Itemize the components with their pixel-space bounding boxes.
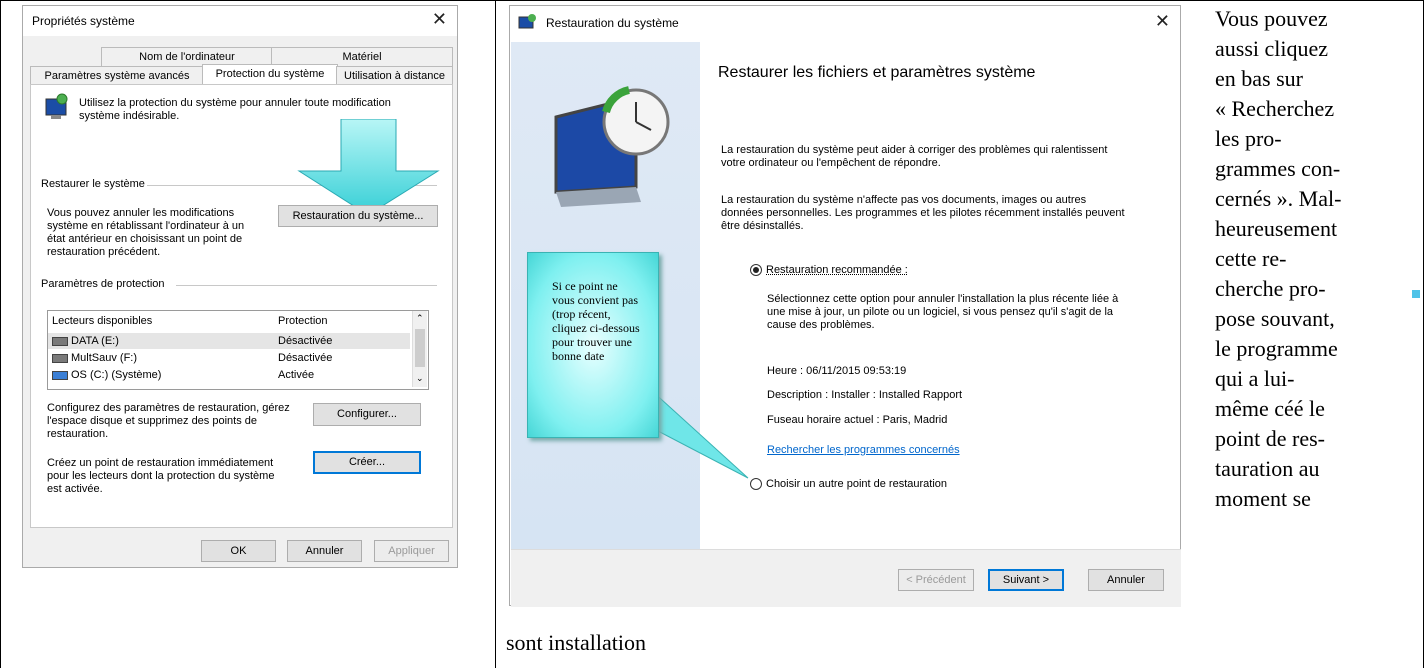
configure-button[interactable]: Configurer... (313, 403, 421, 426)
create-button[interactable]: Créer... (313, 451, 421, 474)
choose-other-point-label[interactable]: Choisir un autre point de restauration (766, 478, 947, 491)
drive-status: Désactivée (278, 352, 333, 364)
text-line: en bas sur (1215, 66, 1303, 91)
recommended-restore-label[interactable]: Restauration recommandée : (766, 264, 908, 277)
document-text-column: Vous pouvez aussi cliquez en bas sur « R… (1215, 4, 1365, 514)
text-line: « Recherchez (1215, 96, 1335, 121)
text-line: point de res- (1215, 426, 1325, 451)
close-icon[interactable]: ✕ (432, 9, 447, 30)
text-line: grammes con- (1215, 156, 1341, 181)
header-drives[interactable]: Lecteurs disponibles (52, 315, 152, 327)
table-row[interactable]: DATA (E:) Désactivée (48, 333, 410, 349)
close-icon[interactable]: ✕ (1155, 11, 1170, 32)
text-line: cernés ». Mal- (1215, 186, 1342, 211)
title-bar: Propriétés système ✕ (23, 6, 457, 36)
table-row[interactable]: OS (C:) (Système) Activée (48, 367, 410, 383)
table-border-middle (495, 0, 496, 668)
header-protection[interactable]: Protection (278, 315, 328, 327)
dialog-title: Restauration du système (546, 16, 679, 30)
system-restore-icon (518, 14, 536, 29)
restore-clock-monitor-icon (554, 86, 670, 207)
text-line: même céé le (1215, 396, 1325, 421)
list-header: Lecteurs disponibles Protection (48, 313, 410, 329)
scroll-down-icon[interactable]: ⌄ (416, 373, 424, 384)
drive-status: Désactivée (278, 335, 333, 347)
page-heading: Restaurer les fichiers et paramètres sys… (718, 64, 1036, 81)
dialog-footer: < Précédent Suivant > Annuler (511, 549, 1181, 607)
table-top-border (0, 0, 1424, 1)
text-line: qui a lui- (1215, 366, 1295, 391)
document-bottom-text: sont installation (506, 630, 646, 655)
scroll-thumb[interactable] (415, 329, 425, 367)
drive-name: MultSauv (F:) (71, 352, 138, 364)
tab-system-protection[interactable]: Protection du système (202, 64, 338, 86)
callout-bubble: Si ce point ne vous convient pas (trop r… (527, 252, 659, 438)
affected-programs-link[interactable]: Rechercher les programmes concernés (767, 444, 960, 457)
next-button[interactable]: Suivant > (988, 569, 1064, 591)
text-line: moment se (1215, 486, 1311, 511)
system-protection-icon (45, 93, 68, 119)
apply-button[interactable]: Appliquer (374, 540, 449, 562)
drive-status: Activée (278, 369, 315, 381)
cancel-button[interactable]: Annuler (287, 540, 362, 562)
intro-paragraph: La restauration du système peut aider à … (721, 144, 1108, 169)
text-line: pose souvant, (1215, 306, 1335, 331)
restore-time: Heure : 06/11/2015 09:53:19 (767, 365, 907, 377)
system-restore-button[interactable]: Restauration du système... (278, 205, 438, 227)
text-line: aussi cliquez (1215, 36, 1329, 61)
drive-name: OS (C:) (Système) (71, 369, 162, 381)
group-divider (176, 285, 437, 286)
text-line: cherche pro- (1215, 276, 1326, 301)
cancel-button[interactable]: Annuler (1088, 569, 1164, 591)
system-properties-dialog: Propriétés système ✕ Nom de l'ordinateur… (22, 5, 458, 568)
protection-group-label: Paramètres de protection (41, 278, 165, 290)
scroll-up-icon[interactable]: ⌃ (416, 313, 424, 324)
tab-panel: Utilisez la protection du système pour a… (30, 84, 453, 528)
table-row[interactable]: MultSauv (F:) Désactivée (48, 350, 410, 366)
drive-icon (52, 353, 68, 363)
drive-name: DATA (E:) (71, 335, 119, 347)
text-line: heureusement (1215, 216, 1338, 241)
info-paragraph: La restauration du système n'affecte pas… (721, 194, 1125, 232)
text-line: tauration au (1215, 456, 1320, 481)
windows-drive-icon (52, 370, 68, 380)
ok-button[interactable]: OK (201, 540, 276, 562)
callout-text: Si ce point ne vous convient pas (trop r… (552, 279, 640, 363)
text-marker (1412, 290, 1420, 298)
arrow-down-icon (297, 119, 440, 216)
restore-group-label: Restaurer le système (41, 178, 145, 190)
previous-button[interactable]: < Précédent (898, 569, 974, 591)
restore-description: Description : Installer : Installed Rapp… (767, 389, 963, 401)
dialog-title: Propriétés système (32, 14, 135, 28)
drives-list[interactable]: Lecteurs disponibles Protection DATA (E:… (47, 310, 429, 390)
configure-text: Configurez des paramètres de restauratio… (47, 402, 290, 440)
create-text: Créez un point de restauration immédiate… (47, 457, 275, 495)
scrollbar[interactable]: ⌃ ⌄ (412, 311, 427, 387)
recommended-description: Sélectionnez cette option pour annuler l… (767, 293, 1119, 331)
text-line: cette re- (1215, 246, 1287, 271)
text-line: le programme (1215, 336, 1338, 361)
drive-icon (52, 336, 68, 346)
timezone-text: Fuseau horaire actuel : Paris, Madrid (767, 414, 948, 426)
restore-text: Vous pouvez annuler les modifications sy… (47, 207, 245, 258)
text-line: les pro- (1215, 126, 1282, 151)
text-line: Vous pouvez (1215, 6, 1328, 31)
recommended-restore-radio[interactable] (750, 264, 762, 276)
table-border-left (0, 0, 1, 668)
